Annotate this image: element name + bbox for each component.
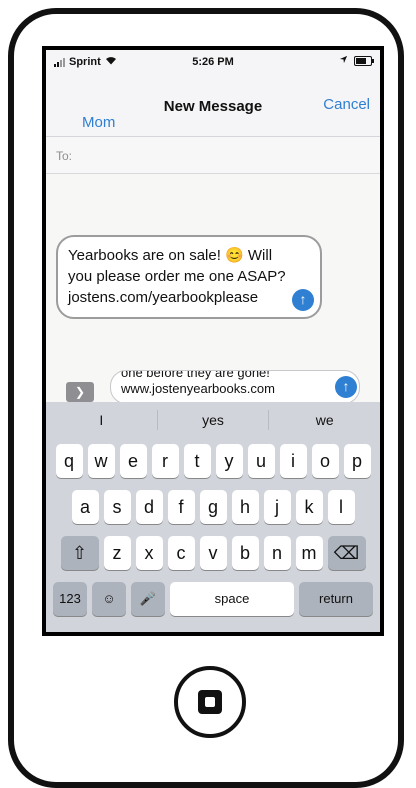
return-key[interactable]: return — [299, 582, 373, 616]
key-x[interactable]: x — [135, 536, 163, 570]
key-w[interactable]: w — [87, 444, 115, 478]
to-field[interactable]: To: — [46, 137, 380, 174]
key-y[interactable]: y — [215, 444, 243, 478]
key-j[interactable]: j — [263, 490, 291, 524]
suggestion-2[interactable]: yes — [158, 402, 269, 438]
key-v[interactable]: v — [199, 536, 227, 570]
key-s[interactable]: s — [103, 490, 131, 524]
suggestion-3[interactable]: we — [269, 402, 380, 438]
message-input-text: one before they are gone! www.jostenyear… — [121, 370, 275, 396]
key-t[interactable]: t — [183, 444, 211, 478]
key-f[interactable]: f — [167, 490, 195, 524]
keyboard: I yes we q w e r t y u i o p a s d f g h… — [46, 402, 380, 632]
key-row-4: 123 ☺ 🎤 space return — [46, 582, 380, 616]
status-right — [339, 55, 374, 67]
location-icon — [339, 55, 348, 67]
key-b[interactable]: b — [231, 536, 259, 570]
key-q[interactable]: q — [55, 444, 83, 478]
message-bubble[interactable]: Yearbooks are on sale! 😊 Will you please… — [56, 235, 322, 319]
message-bubble-text: Yearbooks are on sale! 😊 Will you please… — [68, 247, 286, 306]
message-input[interactable]: one before they are gone! www.jostenyear… — [110, 370, 360, 404]
key-row-1: q w e r t y u i o p — [46, 444, 380, 478]
key-d[interactable]: d — [135, 490, 163, 524]
home-button-icon[interactable] — [174, 666, 246, 738]
battery-icon — [354, 56, 374, 66]
key-k[interactable]: k — [295, 490, 323, 524]
clock: 5:26 PM — [192, 56, 234, 68]
navigation-bar: New Message Cancel Mom — [46, 72, 380, 137]
shift-icon[interactable]: ⇧ — [60, 536, 99, 570]
key-m[interactable]: m — [295, 536, 323, 570]
send-arrow-icon[interactable]: ↑ — [292, 289, 314, 311]
key-z[interactable]: z — [103, 536, 131, 570]
suggestion-1[interactable]: I — [46, 402, 157, 438]
status-bar: Sprint 5:26 PM — [46, 50, 380, 72]
delete-icon[interactable]: ⌫ — [327, 536, 366, 570]
key-n[interactable]: n — [263, 536, 291, 570]
key-a[interactable]: a — [71, 490, 99, 524]
to-label: To: — [56, 149, 73, 163]
key-h[interactable]: h — [231, 490, 259, 524]
key-r[interactable]: r — [151, 444, 179, 478]
back-button[interactable]: Mom — [82, 114, 115, 131]
key-o[interactable]: o — [311, 444, 339, 478]
send-arrow-icon[interactable]: ↑ — [335, 376, 357, 398]
screen-inner: Sprint 5:26 PM New Message Cancel Mom To… — [46, 50, 380, 632]
space-key[interactable]: space — [170, 582, 294, 616]
key-row-2: a s d f g h j k l — [46, 490, 380, 524]
phone-screen: Sprint 5:26 PM New Message Cancel Mom To… — [42, 46, 384, 636]
key-c[interactable]: c — [167, 536, 195, 570]
suggestion-bar: I yes we — [46, 402, 380, 438]
key-e[interactable]: e — [119, 444, 147, 478]
key-p[interactable]: p — [343, 444, 371, 478]
key-i[interactable]: i — [279, 444, 307, 478]
key-u[interactable]: u — [247, 444, 275, 478]
key-row-3: ⇧ z x c v b n m ⌫ — [46, 536, 380, 570]
emoji-icon[interactable]: ☺ — [92, 582, 126, 616]
expand-chevron-icon[interactable]: ❯ — [66, 382, 94, 402]
microphone-icon[interactable]: 🎤 — [131, 582, 165, 616]
key-g[interactable]: g — [199, 490, 227, 524]
key-l[interactable]: l — [327, 490, 355, 524]
numbers-key[interactable]: 123 — [53, 582, 87, 616]
cancel-button[interactable]: Cancel — [323, 96, 370, 113]
